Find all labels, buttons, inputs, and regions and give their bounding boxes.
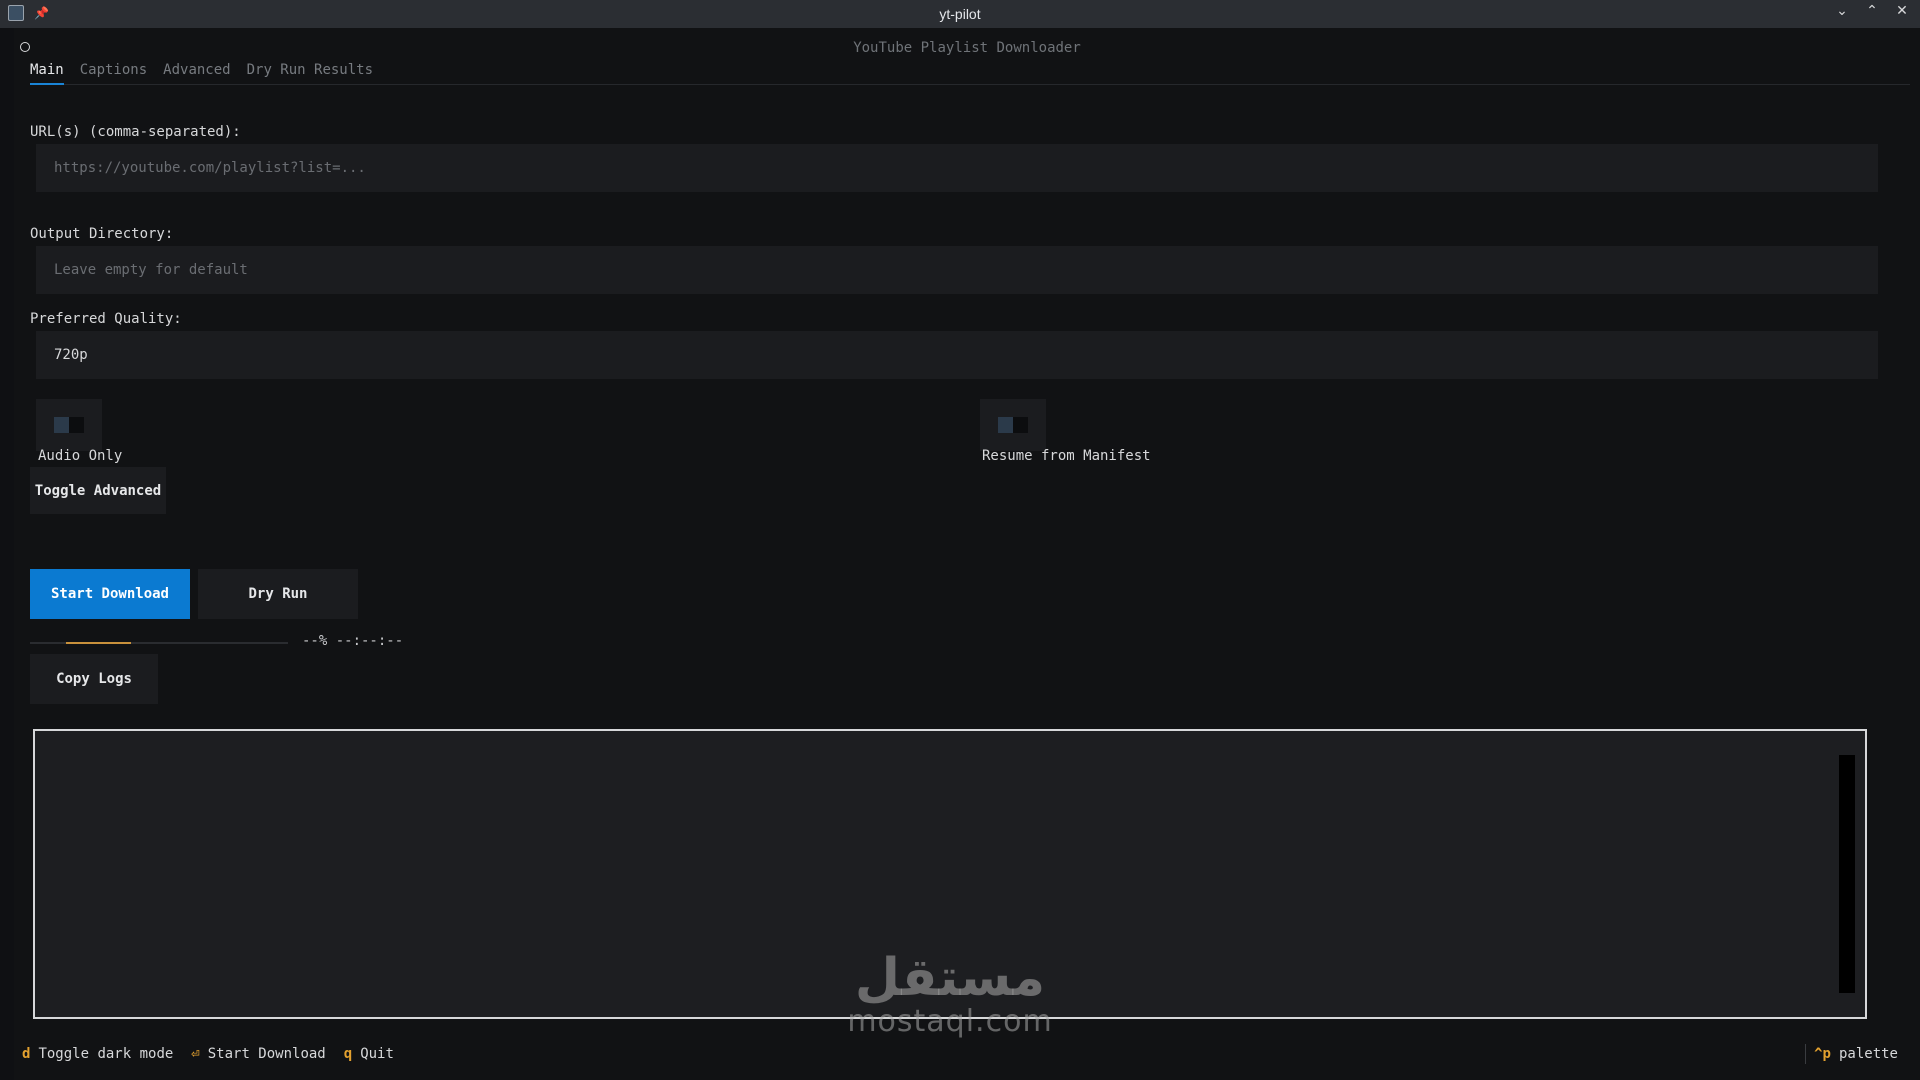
urls-input[interactable]: https://youtube.com/playlist?list=...: [36, 144, 1878, 192]
output-directory-label: Output Directory:: [30, 226, 174, 242]
tab-bar: Main Captions Advanced Dry Run Results: [30, 56, 1910, 85]
watermark-arabic: مستقل: [854, 948, 1046, 1008]
output-directory-placeholder: Leave empty for default: [54, 262, 248, 278]
close-icon[interactable]: ✕: [1894, 3, 1910, 19]
tab-captions[interactable]: Captions: [80, 56, 147, 84]
pin-icon[interactable]: 📌: [34, 6, 49, 20]
checkbox-toggle-icon: [998, 417, 1028, 433]
start-download-button[interactable]: Start Download: [30, 569, 190, 619]
quality-label: Preferred Quality:: [30, 311, 182, 327]
minimize-icon[interactable]: ⌄: [1834, 3, 1850, 19]
checkbox-toggle-icon: [54, 417, 84, 433]
progress-text: --% --:--:--: [302, 633, 404, 649]
resume-manifest-checkbox[interactable]: [980, 399, 1046, 451]
maximize-icon[interactable]: ⌃: [1864, 3, 1880, 19]
tab-advanced[interactable]: Advanced: [163, 56, 230, 84]
footer-item-start-download[interactable]: ⏎ Start Download: [191, 1046, 325, 1062]
footer-label: palette: [1838, 1046, 1898, 1062]
dry-run-button[interactable]: Dry Run: [198, 569, 358, 619]
urls-label: URL(s) (comma-separated):: [30, 124, 241, 140]
quality-value: 720p: [54, 347, 88, 363]
watermark-latin: mostaql.com: [847, 1004, 1053, 1039]
footer-label: Start Download: [207, 1046, 326, 1062]
urls-placeholder: https://youtube.com/playlist?list=...: [54, 160, 366, 176]
tab-main[interactable]: Main: [30, 56, 64, 85]
copy-logs-button[interactable]: Copy Logs: [30, 654, 158, 704]
window-controls: ⌄ ⌃ ✕: [1834, 3, 1910, 19]
log-scrollbar[interactable]: [1839, 755, 1855, 993]
footer-label: Toggle dark mode: [38, 1046, 174, 1062]
footer-item-quit[interactable]: q Quit: [344, 1046, 394, 1062]
progress-bar-fill: [66, 642, 131, 644]
footer-label: Quit: [360, 1046, 394, 1062]
audio-only-checkbox[interactable]: [36, 399, 102, 451]
titlebar-left: 📌: [8, 5, 49, 21]
window-titlebar: 📌 yt-pilot ⌄ ⌃ ✕: [0, 0, 1920, 28]
footer-bar: d Toggle dark mode ⏎ Start Download q Qu…: [14, 1040, 1920, 1068]
toggle-advanced-button[interactable]: Toggle Advanced: [30, 467, 166, 514]
window-title: yt-pilot: [939, 6, 981, 22]
tab-dry-run-results[interactable]: Dry Run Results: [247, 56, 373, 84]
app-icon: [8, 5, 24, 21]
footer-key: q: [343, 1046, 353, 1062]
footer-key: d: [22, 1046, 31, 1062]
footer-key: ⏎: [191, 1046, 200, 1062]
watermark: مستقل mostaql.com: [830, 950, 1070, 1038]
terminal-area: YouTube Playlist Downloader Main Caption…: [14, 28, 1920, 1080]
footer-item-toggle-dark[interactable]: d Toggle dark mode: [22, 1046, 173, 1062]
output-directory-input[interactable]: Leave empty for default: [36, 246, 1878, 294]
resume-manifest-label: Resume from Manifest: [982, 448, 1151, 464]
audio-only-label: Audio Only: [38, 448, 123, 464]
footer-command-palette[interactable]: ^p palette: [1805, 1044, 1898, 1064]
quality-select[interactable]: 720p: [36, 331, 1878, 379]
progress-bar: [30, 642, 288, 644]
footer-key: ^p: [1814, 1046, 1831, 1062]
